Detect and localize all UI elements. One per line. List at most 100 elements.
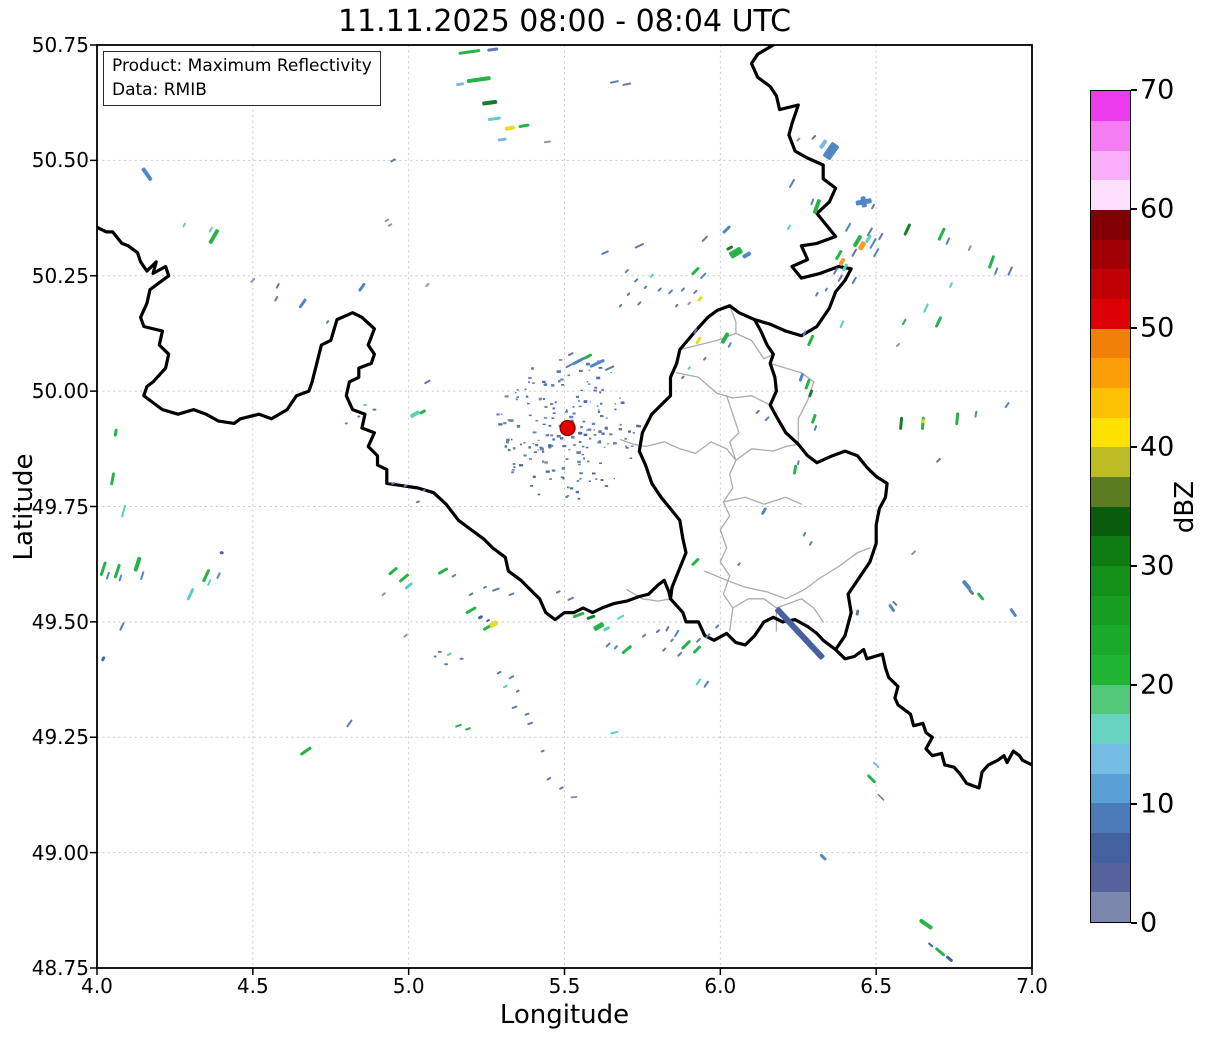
clutter-dot bbox=[510, 438, 513, 441]
radar-echo bbox=[565, 363, 573, 369]
clutter-dot bbox=[496, 413, 500, 416]
radar-echo bbox=[681, 640, 691, 650]
radar-echo bbox=[695, 678, 702, 686]
clutter-dot bbox=[542, 423, 546, 425]
y-tick-label: 49.25 bbox=[31, 725, 89, 750]
clutter-dot bbox=[516, 389, 519, 391]
radar-echo bbox=[219, 551, 224, 555]
radar-echo bbox=[101, 656, 106, 662]
clutter-dot bbox=[545, 470, 550, 473]
radar-echo bbox=[873, 761, 880, 769]
radar-echo bbox=[700, 272, 707, 279]
radar-echo bbox=[621, 645, 632, 654]
radar-echo bbox=[974, 410, 978, 418]
clutter-dot bbox=[583, 400, 588, 403]
radar-echo bbox=[113, 428, 118, 437]
radar-echo bbox=[478, 615, 483, 620]
colorbar-band bbox=[1091, 862, 1130, 893]
colorbar-band bbox=[1091, 358, 1130, 388]
clutter-dot bbox=[507, 419, 510, 422]
clutter-dot bbox=[533, 451, 538, 453]
radar-echo bbox=[920, 416, 925, 430]
clutter-dot bbox=[556, 435, 561, 438]
radar-echo bbox=[610, 730, 619, 735]
radar-echo bbox=[726, 245, 733, 251]
clutter-dot bbox=[589, 401, 592, 403]
clutter-dot bbox=[588, 480, 591, 482]
radar-echo bbox=[399, 573, 409, 583]
radar-echo bbox=[419, 409, 426, 415]
clutter-dot bbox=[562, 445, 567, 448]
clutter-dot bbox=[604, 485, 609, 487]
radar-echo bbox=[468, 592, 474, 596]
clutter-dot bbox=[582, 445, 585, 448]
radar-echo bbox=[384, 218, 390, 223]
clutter-dot bbox=[532, 475, 536, 479]
radar-echo bbox=[715, 624, 720, 629]
clutter-dot bbox=[598, 440, 602, 442]
radar-echo bbox=[626, 292, 631, 296]
clutter-dot bbox=[578, 405, 582, 408]
radar-echo bbox=[1004, 401, 1010, 409]
colorbar-tick-label: 10 bbox=[1140, 788, 1175, 820]
clutter-dot bbox=[567, 374, 570, 377]
radar-echo bbox=[895, 342, 901, 348]
clutter-dot bbox=[543, 383, 547, 386]
clutter-dot bbox=[543, 417, 548, 419]
map-canvas bbox=[90, 44, 1033, 975]
colorbar-band bbox=[1091, 832, 1130, 863]
clutter-dot bbox=[516, 396, 519, 398]
radar-echo bbox=[325, 320, 330, 324]
clutter-dot bbox=[582, 420, 586, 423]
clutter-dot bbox=[578, 441, 582, 444]
clutter-dot bbox=[532, 382, 535, 384]
clutter-dot bbox=[624, 437, 627, 440]
radar-echo bbox=[105, 571, 110, 580]
colorbar-band bbox=[1091, 892, 1130, 922]
radar-echo bbox=[410, 410, 420, 418]
radar-echo bbox=[691, 267, 700, 276]
clutter-dot bbox=[504, 445, 508, 448]
clutter-dot bbox=[632, 432, 635, 434]
clutter-dot bbox=[551, 469, 556, 472]
radar-echo bbox=[935, 316, 942, 328]
clutter-dot bbox=[513, 466, 516, 468]
clutter-dot bbox=[551, 384, 555, 387]
clutter-dot bbox=[520, 443, 522, 446]
radar-echo bbox=[456, 82, 465, 87]
radar-echo bbox=[133, 556, 142, 572]
radar-echo bbox=[609, 80, 619, 84]
clutter-dot bbox=[568, 448, 571, 451]
clutter-dot bbox=[539, 446, 543, 449]
clutter-dot bbox=[597, 409, 600, 411]
clutter-dot bbox=[532, 443, 535, 445]
radar-echo bbox=[899, 416, 904, 430]
country-border bbox=[833, 647, 1032, 790]
clutter-dot bbox=[565, 495, 568, 498]
radar-echo bbox=[994, 267, 999, 275]
clutter-dot bbox=[599, 462, 602, 464]
radar-site-marker bbox=[559, 419, 576, 437]
radar-echo bbox=[923, 303, 929, 313]
clutter-dot bbox=[503, 422, 507, 425]
radar-echo bbox=[855, 609, 860, 616]
clutter-dot bbox=[595, 478, 598, 480]
colorbar-tick bbox=[1131, 803, 1137, 805]
radar-echo bbox=[901, 318, 907, 326]
radar-echo bbox=[504, 125, 516, 131]
radar-echo bbox=[703, 357, 707, 361]
radar-echo bbox=[570, 795, 578, 799]
clutter-dot bbox=[550, 434, 554, 437]
clutter-dot bbox=[594, 386, 598, 389]
radar-echo bbox=[492, 587, 500, 592]
clutter-dot bbox=[580, 426, 583, 429]
clutter-dot bbox=[579, 359, 582, 362]
clutter-dot bbox=[551, 417, 555, 419]
clutter-dot bbox=[565, 458, 569, 460]
radar-echo bbox=[677, 651, 683, 657]
radar-echo bbox=[657, 287, 662, 292]
clutter-dot bbox=[610, 372, 612, 374]
clutter-dot bbox=[585, 362, 590, 366]
clutter-dot bbox=[537, 449, 540, 451]
clutter-dot bbox=[614, 403, 617, 405]
